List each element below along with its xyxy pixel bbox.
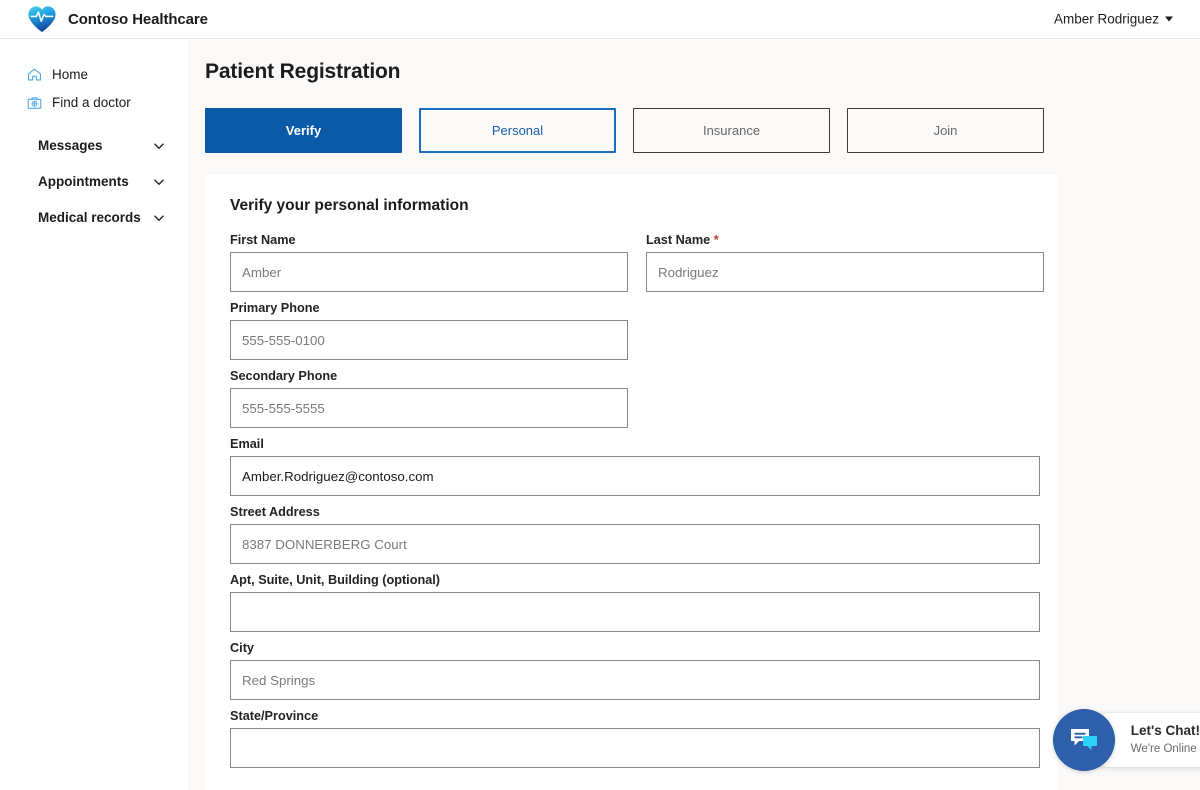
sidebar-group-label: Messages: [38, 138, 103, 153]
chevron-down-icon: [154, 142, 164, 149]
sidebar-group-medical-records[interactable]: Medical records: [0, 203, 188, 232]
app-header: Contoso Healthcare Amber Rodriguez: [0, 0, 1200, 39]
tab-verify[interactable]: Verify: [205, 108, 402, 153]
field-secondary-phone: Secondary Phone 555-555-5555: [230, 369, 1033, 428]
email-input[interactable]: Amber.Rodriguez@contoso.com: [230, 456, 1040, 496]
tab-label: Join: [933, 123, 958, 138]
heart-pulse-icon: [28, 6, 56, 33]
field-label: Email: [230, 437, 264, 451]
field-city: City Red Springs: [230, 641, 1040, 700]
field-label: Apt, Suite, Unit, Building (optional): [230, 573, 441, 587]
required-marker: *: [713, 233, 719, 247]
apt-input[interactable]: [230, 592, 1040, 632]
tab-label: Personal: [491, 123, 544, 138]
input-value: Amber: [242, 264, 282, 280]
field-apt: Apt, Suite, Unit, Building (optional): [230, 573, 1040, 632]
sidebar-item-home[interactable]: Home: [0, 61, 188, 88]
field-label: Last Name *: [646, 233, 1044, 247]
main-content: Patient Registration Verify Personal Ins…: [188, 40, 1200, 790]
chat-widget-status: We're Online: [1130, 743, 1197, 756]
sidebar-item-find-a-doctor[interactable]: Find a doctor: [0, 89, 188, 116]
chat-widget-text: Let's Chat! We're Online: [1131, 723, 1200, 756]
last-name-input[interactable]: Rodriguez: [646, 252, 1044, 292]
input-value: 555-555-5555: [242, 400, 325, 416]
sidebar-item-label: Home: [52, 67, 89, 82]
field-label: Street Address: [230, 505, 320, 519]
field-state-province: State/Province: [230, 709, 1040, 768]
field-email: Email Amber.Rodriguez@contoso.com: [230, 437, 1040, 496]
field-label-text: Last Name: [646, 233, 711, 247]
medical-bag-icon: [27, 97, 42, 109]
chevron-down-icon: [1165, 16, 1173, 22]
chat-widget-title: Let's Chat!: [1130, 723, 1200, 739]
input-value: Red Springs: [242, 672, 316, 688]
city-input[interactable]: Red Springs: [230, 660, 1040, 700]
tab-personal[interactable]: Personal: [419, 108, 616, 153]
tab-insurance[interactable]: Insurance: [633, 108, 830, 153]
sidebar-group-appointments[interactable]: Appointments: [0, 167, 188, 196]
sidebar-group-label: Medical records: [38, 210, 141, 225]
chevron-down-icon: [154, 214, 164, 221]
sidebar-group-label: Appointments: [38, 174, 129, 189]
sidebar-item-label: Find a doctor: [52, 95, 131, 110]
state-province-input[interactable]: [230, 728, 1040, 768]
page-title: Patient Registration: [205, 60, 401, 83]
user-menu-label: Amber Rodriguez: [1053, 11, 1159, 27]
brand-name: Contoso Healthcare: [68, 10, 208, 28]
input-value: 8387 DONNERBERG Court: [242, 536, 407, 552]
chat-bubbles-icon: [1070, 729, 1097, 750]
field-first-name: First Name Amber: [230, 233, 628, 292]
tab-label: Verify: [285, 123, 322, 138]
registration-step-tabs: Verify Personal Insurance Join: [205, 108, 1044, 153]
field-label: Primary Phone: [230, 301, 320, 315]
name-row: First Name Amber Last Name * Rodriguez: [230, 233, 1044, 301]
primary-phone-input[interactable]: 555-555-0100: [230, 320, 628, 360]
sidebar: Home Find a doctor Messages Appointments: [0, 40, 188, 790]
home-icon: [27, 68, 42, 81]
verify-form-card: Verify your personal information First N…: [205, 175, 1058, 790]
field-label: First Name: [230, 233, 296, 247]
secondary-phone-input[interactable]: 555-555-5555: [230, 388, 628, 428]
input-value: Rodriguez: [658, 264, 719, 280]
chat-open-button[interactable]: [1052, 709, 1115, 771]
field-label: City: [230, 641, 254, 655]
field-label: State/Province: [230, 709, 319, 723]
input-value: Amber.Rodriguez@contoso.com: [242, 468, 434, 484]
app-root: Contoso Healthcare Amber Rodriguez Home …: [0, 0, 1200, 790]
first-name-input[interactable]: Amber: [230, 252, 628, 292]
form-heading: Verify your personal information: [230, 197, 469, 214]
input-value: 555-555-0100: [242, 332, 325, 348]
brand[interactable]: Contoso Healthcare: [27, 5, 208, 33]
chevron-down-icon: [154, 178, 164, 185]
tab-label: Insurance: [702, 123, 761, 138]
sidebar-group-messages[interactable]: Messages: [0, 131, 188, 160]
field-last-name: Last Name * Rodriguez: [646, 233, 1044, 292]
field-label: Secondary Phone: [230, 369, 338, 383]
field-street-address: Street Address 8387 DONNERBERG Court: [230, 505, 1040, 564]
field-primary-phone: Primary Phone 555-555-0100: [230, 301, 1033, 360]
user-menu[interactable]: Amber Rodriguez: [1054, 12, 1173, 27]
chat-widget[interactable]: Let's Chat! We're Online: [1052, 709, 1200, 771]
street-address-input[interactable]: 8387 DONNERBERG Court: [230, 524, 1040, 564]
tab-join[interactable]: Join: [847, 108, 1044, 153]
